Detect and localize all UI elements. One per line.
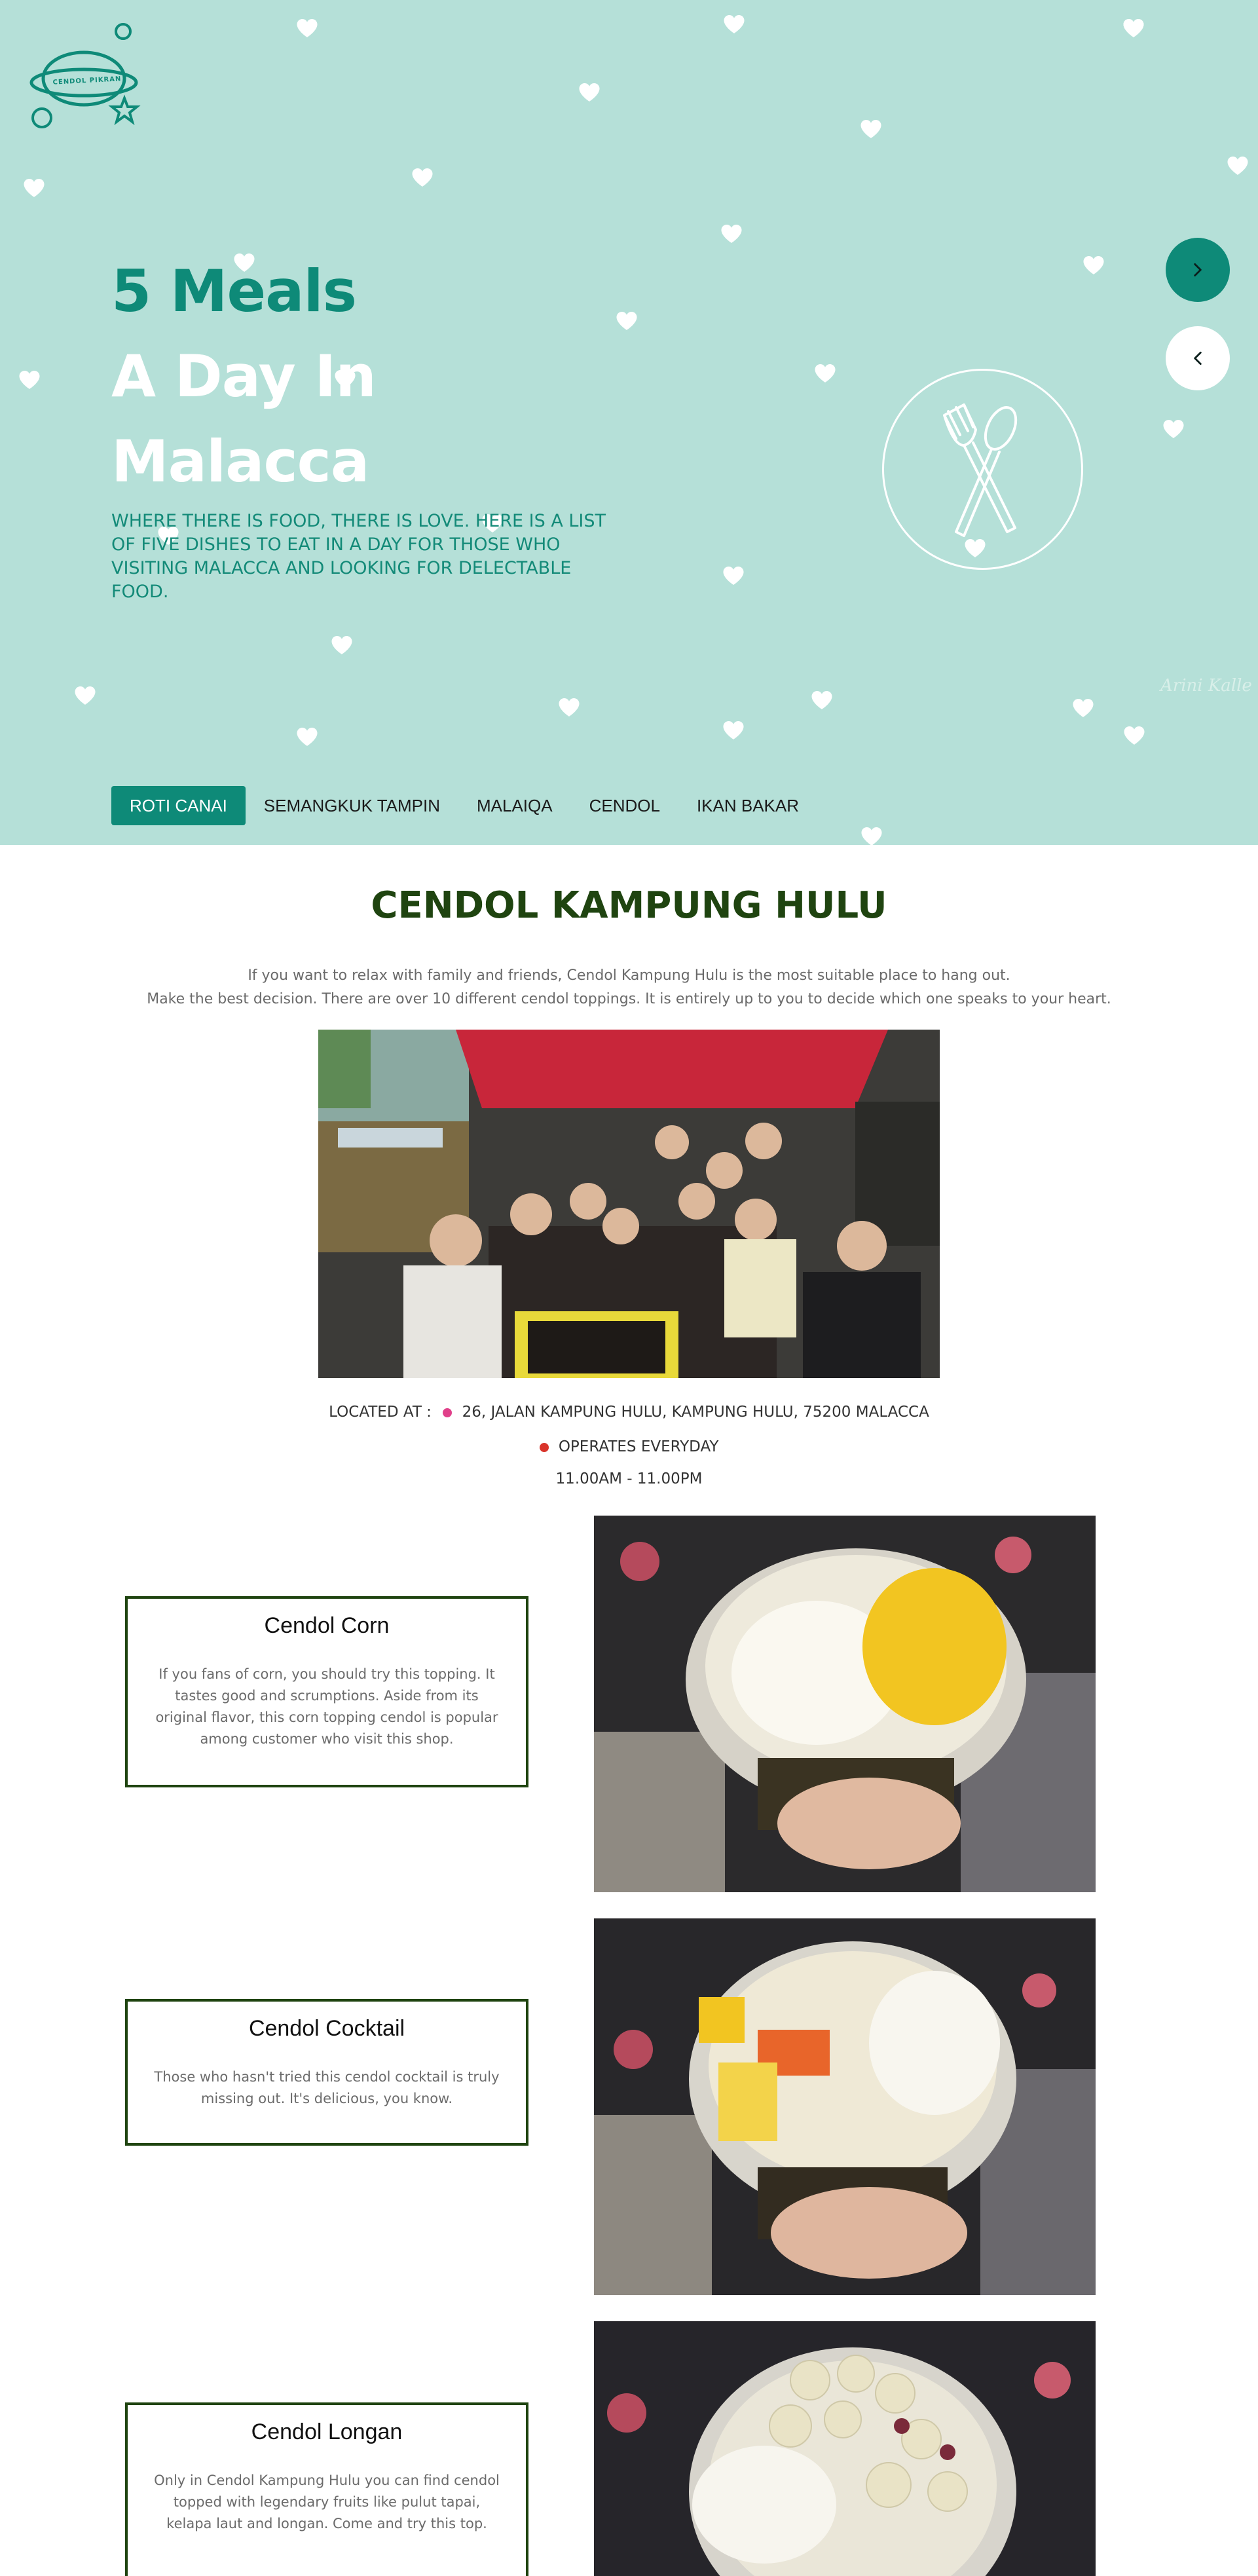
cendol-corn-photo — [594, 1516, 1096, 1892]
heart-icon — [411, 168, 434, 187]
item-card-longan: Cendol Longan Only in Cendol Kampung Hul… — [125, 2402, 528, 2576]
heart-icon — [1082, 255, 1105, 275]
heart-icon — [18, 370, 41, 390]
tab-cendol[interactable]: CENDOL — [571, 786, 678, 825]
heart-icon — [578, 83, 601, 102]
hero-title-line1: 5 Meals — [111, 257, 357, 325]
item-description: Those who hasn't tried this cendol cockt… — [154, 2069, 500, 2106]
heart-icon — [723, 14, 745, 34]
location-line: LOCATED AT : 26, JALAN KAMPUNG HULU, KAM… — [0, 1404, 1258, 1421]
location-address: 26, JALAN KAMPUNG HULU, KAMPUNG HULU, 75… — [462, 1404, 929, 1421]
dish-tabs: ROTI CANAI SEMANGKUK TAMPIN MALAIQA CEND… — [111, 786, 817, 825]
opening-hours: 11.00AM - 11.00PM — [555, 1470, 703, 1487]
heart-icon — [1072, 698, 1094, 718]
heart-icon — [814, 364, 836, 383]
fork-spoon-icon — [943, 403, 1018, 537]
heart-icon — [1122, 18, 1145, 38]
item-title: Cendol Corn — [264, 1613, 390, 1638]
heart-icon — [811, 690, 833, 710]
heart-icon — [74, 686, 96, 705]
tab-roti-canai[interactable]: ROTI CANAI — [111, 786, 246, 825]
group-photo — [318, 1030, 940, 1378]
heart-icon — [23, 178, 45, 198]
item-description: Only in Cendol Kampung Hulu you can find… — [154, 2473, 500, 2531]
hero-title-line2: A Day In — [111, 343, 377, 410]
intro-line-2: Make the best decision. There are over 1… — [147, 991, 1111, 1007]
pushpin-icon — [443, 1408, 453, 1417]
cendol-cocktail-photo — [594, 1918, 1096, 2295]
heart-icon — [722, 720, 745, 740]
item-card-corn: Cendol Corn If you fans of corn, you sho… — [125, 1596, 528, 1787]
tab-semangkuk-tampin[interactable]: SEMANGKUK TAMPIN — [246, 786, 458, 825]
heart-icon — [1227, 156, 1249, 176]
heart-icon — [720, 224, 743, 244]
intro-line-1: If you want to relax with family and fri… — [248, 967, 1010, 984]
site-logo[interactable]: CENDOL PIKRAN — [26, 20, 151, 138]
heart-icon — [296, 727, 318, 747]
heart-icon — [1123, 726, 1145, 745]
slide-next-button[interactable] — [1166, 238, 1230, 302]
utensils-emblem — [882, 369, 1083, 570]
hero-banner: CENDOL PIKRAN 5 Meals A Day In Malacca W… — [0, 0, 1258, 845]
heart-icon — [616, 311, 638, 331]
heart-icon — [860, 827, 883, 845]
heart-icon — [296, 18, 318, 38]
photo-credit: Arini Kalle — [1160, 676, 1252, 696]
hero-title: 5 Meals A Day In Malacca — [111, 249, 377, 504]
pushpin-icon — [539, 1442, 549, 1452]
group-photo-illustration — [318, 1030, 940, 1378]
tab-malaiqa[interactable]: MALAIQA — [458, 786, 571, 825]
item-title: Cendol Cocktail — [248, 2016, 405, 2041]
section-title: CENDOL KAMPUNG HULU — [371, 884, 887, 927]
tab-ikan-bakar[interactable]: IKAN BAKAR — [678, 786, 817, 825]
chevron-left-icon — [1194, 351, 1202, 365]
section-intro: If you want to relax with family and fri… — [0, 964, 1258, 1011]
heart-icon — [860, 119, 882, 139]
location-label: LOCATED AT : — [329, 1404, 432, 1421]
operates-line: OPERATES EVERYDAY — [0, 1438, 1258, 1455]
hero-title-line3: Malacca — [111, 428, 369, 495]
operates-text: OPERATES EVERYDAY — [558, 1438, 719, 1455]
chevron-right-icon — [1194, 263, 1202, 277]
heart-icon — [1162, 419, 1185, 439]
heart-icon — [331, 635, 353, 655]
heart-icon — [558, 698, 580, 717]
hero-subtitle: WHERE THERE IS FOOD, THERE IS LOVE. HERE… — [111, 511, 606, 602]
item-card-cocktail: Cendol Cocktail Those who hasn't tried t… — [125, 1999, 528, 2146]
heart-icon — [722, 566, 745, 586]
slide-prev-button[interactable] — [1166, 326, 1230, 390]
cendol-longan-photo — [594, 2321, 1096, 2576]
item-title: Cendol Longan — [251, 2419, 403, 2444]
item-description: If you fans of corn, you should try this… — [155, 1666, 498, 1747]
